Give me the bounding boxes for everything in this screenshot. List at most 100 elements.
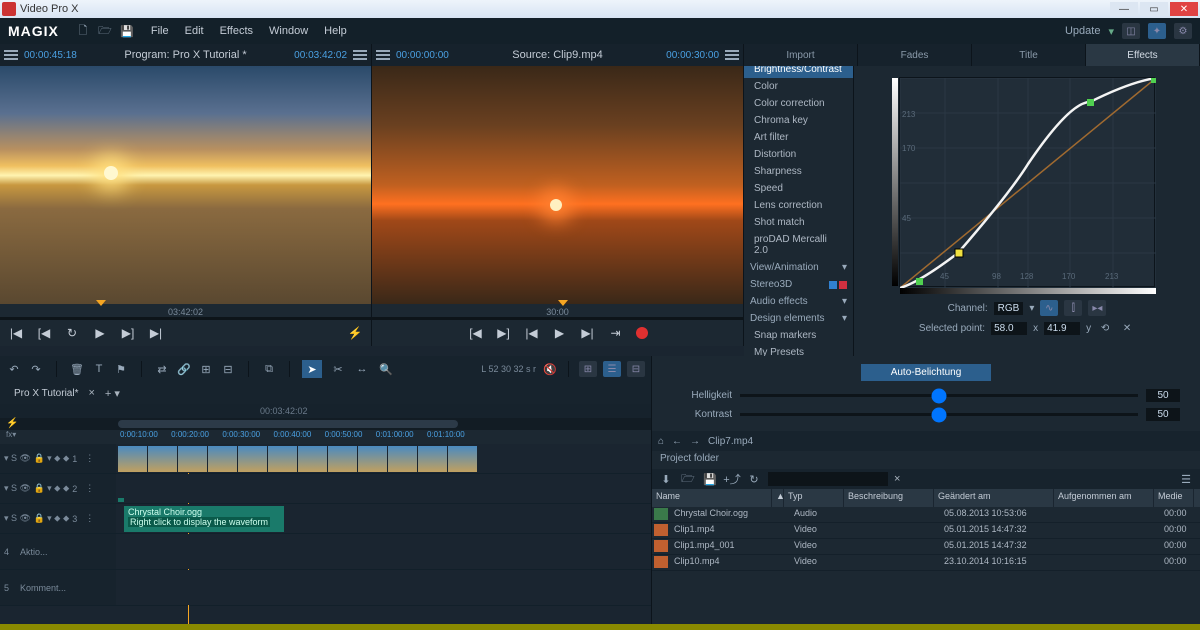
stretch-icon[interactable]: ↔ xyxy=(354,361,370,377)
lock-icon[interactable]: ⟲ xyxy=(1097,320,1113,336)
play-icon[interactable]: ▶ xyxy=(92,325,108,341)
fx-group-header[interactable]: View/Animation xyxy=(750,262,819,273)
play-icon[interactable]: ▶ xyxy=(552,325,568,341)
import-icon[interactable]: ⬇ xyxy=(658,471,674,487)
media-header[interactable]: Name ▲ Typ Beschreibung Geändert am Aufg… xyxy=(652,489,1200,507)
brightness-value[interactable]: 50 xyxy=(1146,389,1180,402)
insert-icon[interactable]: ⇥ xyxy=(608,325,624,341)
menu-window[interactable]: Window xyxy=(269,25,308,37)
home-icon[interactable]: ⌂ xyxy=(658,436,664,447)
redo-icon[interactable]: ↷ xyxy=(28,361,44,377)
channel-select[interactable]: RGB xyxy=(994,302,1024,315)
mute-icon[interactable]: 🔇 xyxy=(542,361,558,377)
timeline-scrollbar[interactable]: ⚡ xyxy=(0,418,651,430)
view-detail-icon[interactable]: ⊟ xyxy=(627,361,645,377)
goto-end-icon[interactable]: ▶| xyxy=(148,325,164,341)
fx-item[interactable]: Sharpness xyxy=(744,163,853,180)
record-icon[interactable] xyxy=(636,327,648,339)
fx-item[interactable]: Shot match xyxy=(744,214,853,231)
open-folder-icon[interactable]: 🗁 xyxy=(97,23,113,39)
video-clip[interactable] xyxy=(118,446,478,472)
out-point-icon[interactable]: ▶] xyxy=(496,325,512,341)
save-icon[interactable]: 💾 xyxy=(119,23,135,39)
media-row[interactable]: Clip1.mp4_001Video05.01.2015 14:47:3200:… xyxy=(652,539,1200,555)
add-icon[interactable]: +⤴ xyxy=(724,471,740,487)
window-min-button[interactable]: — xyxy=(1110,2,1138,16)
tab-effects[interactable]: Effects xyxy=(1086,44,1200,66)
track-header[interactable]: ▾ S 👁 🔒 ▾ ⬥ ⬥ 3 ⋮ xyxy=(0,504,116,533)
curve-editor[interactable]: 45 98 128 170 213 213 170 45 xyxy=(899,77,1155,287)
search-input[interactable] xyxy=(768,472,888,486)
track-header[interactable]: 5Komment... xyxy=(0,570,116,605)
ripple-icon[interactable]: ⇄ xyxy=(154,361,170,377)
hamburger-icon[interactable] xyxy=(4,50,18,60)
fx-item[interactable]: Lens correction xyxy=(744,197,853,214)
timeline-ruler[interactable]: 00:03:42:02 xyxy=(0,404,651,418)
contrast-slider[interactable] xyxy=(740,413,1138,416)
source-ruler[interactable]: 30:00 xyxy=(372,304,743,320)
add-tab-icon[interactable]: + ▾ xyxy=(105,387,120,400)
window-max-button[interactable]: ▭ xyxy=(1140,2,1168,16)
zoom-icon[interactable]: 🔍 xyxy=(378,361,394,377)
menu-file[interactable]: File xyxy=(151,25,169,37)
bolt-icon[interactable]: ⚡ xyxy=(347,325,363,341)
fx-group-header[interactable]: Audio effects xyxy=(750,296,808,307)
window-close-button[interactable]: ✕ xyxy=(1170,2,1198,16)
bolt-icon[interactable]: ⚡ xyxy=(6,418,18,429)
back-icon[interactable]: ← xyxy=(672,436,682,447)
fx-item[interactable]: Art filter xyxy=(744,129,853,146)
title-icon[interactable]: T xyxy=(91,361,107,377)
hamburger-icon[interactable] xyxy=(725,50,739,60)
list-view-icon[interactable]: ☰ xyxy=(1178,471,1194,487)
menu-edit[interactable]: Edit xyxy=(185,25,204,37)
program-preview[interactable] xyxy=(0,66,371,304)
menu-effects[interactable]: Effects xyxy=(220,25,253,37)
fx-item[interactable]: Speed xyxy=(744,180,853,197)
in-point-icon[interactable]: [◀ xyxy=(468,325,484,341)
media-row[interactable]: Chrystal Choir.oggAudio05.08.2013 10:53:… xyxy=(652,507,1200,523)
hamburger-icon[interactable] xyxy=(376,50,390,60)
fx-item[interactable]: Distortion xyxy=(744,146,853,163)
next-frame-icon[interactable]: ▶| xyxy=(580,325,596,341)
compare-icon[interactable]: ▸◂ xyxy=(1088,300,1106,316)
audio-clip[interactable]: Chrystal Choir.ogg Right click to displa… xyxy=(124,506,284,532)
fx-group-header[interactable]: Design elements xyxy=(750,313,824,324)
view-list-icon[interactable]: ☰ xyxy=(603,361,621,377)
media-row[interactable]: Clip1.mp4Video05.01.2015 14:47:3200:00 xyxy=(652,523,1200,539)
track-header[interactable]: ▾ S 👁 🔒 ▾ ⬥ ⬥ 2 ⋮ xyxy=(0,474,116,503)
close-tab-icon[interactable]: × xyxy=(88,387,94,399)
selpt-x-input[interactable] xyxy=(991,322,1027,335)
loop-icon[interactable]: ↻ xyxy=(64,325,80,341)
undo-icon[interactable]: ↶ xyxy=(6,361,22,377)
view-grid-icon[interactable]: ⊞ xyxy=(579,361,597,377)
save-icon[interactable]: 💾 xyxy=(702,471,718,487)
fx-item[interactable]: Color correction xyxy=(744,95,853,112)
clear-search-icon[interactable]: × xyxy=(894,473,900,485)
layout-icon[interactable]: ◫ xyxy=(1122,23,1140,39)
track-header[interactable]: ▾ S 👁 🔒 ▾ ⬥ ⬥ 1 ⋮ xyxy=(0,444,116,473)
fx-item[interactable]: Chroma key xyxy=(744,112,853,129)
delete-point-icon[interactable]: ✕ xyxy=(1119,320,1135,336)
ungroup-icon[interactable]: ⊟ xyxy=(220,361,236,377)
tab-import[interactable]: Import xyxy=(744,44,858,66)
fx-item[interactable]: Color xyxy=(744,78,853,95)
prev-frame-icon[interactable]: |◀ xyxy=(524,325,540,341)
track-header[interactable]: 4Aktio... xyxy=(0,534,116,569)
update-link[interactable]: Update xyxy=(1065,25,1100,37)
hamburger-icon[interactable] xyxy=(353,50,367,60)
curve-mode-icon[interactable]: ∿ xyxy=(1040,300,1058,316)
fx-item[interactable]: proDAD Mercalli 2.0 xyxy=(744,231,853,259)
snap-icon[interactable]: ⧉ xyxy=(261,361,277,377)
selpt-y-input[interactable] xyxy=(1044,322,1080,335)
marker-icon[interactable]: ⚑ xyxy=(113,361,129,377)
project-folder-label[interactable]: Project folder xyxy=(652,451,1200,469)
fx-toggle-icon[interactable]: ✦ xyxy=(1148,23,1166,39)
brightness-slider[interactable] xyxy=(740,394,1138,397)
arrow-tool[interactable]: ➤ xyxy=(302,360,322,378)
histogram-icon[interactable]: ⫿ xyxy=(1064,300,1082,316)
menu-help[interactable]: Help xyxy=(324,25,347,37)
fx-group-header[interactable]: Stereo3D xyxy=(750,279,792,290)
fx-item[interactable]: Snap markers xyxy=(744,327,853,344)
folder-icon[interactable]: 🗁 xyxy=(680,471,696,487)
refresh-icon[interactable]: ↻ xyxy=(746,471,762,487)
